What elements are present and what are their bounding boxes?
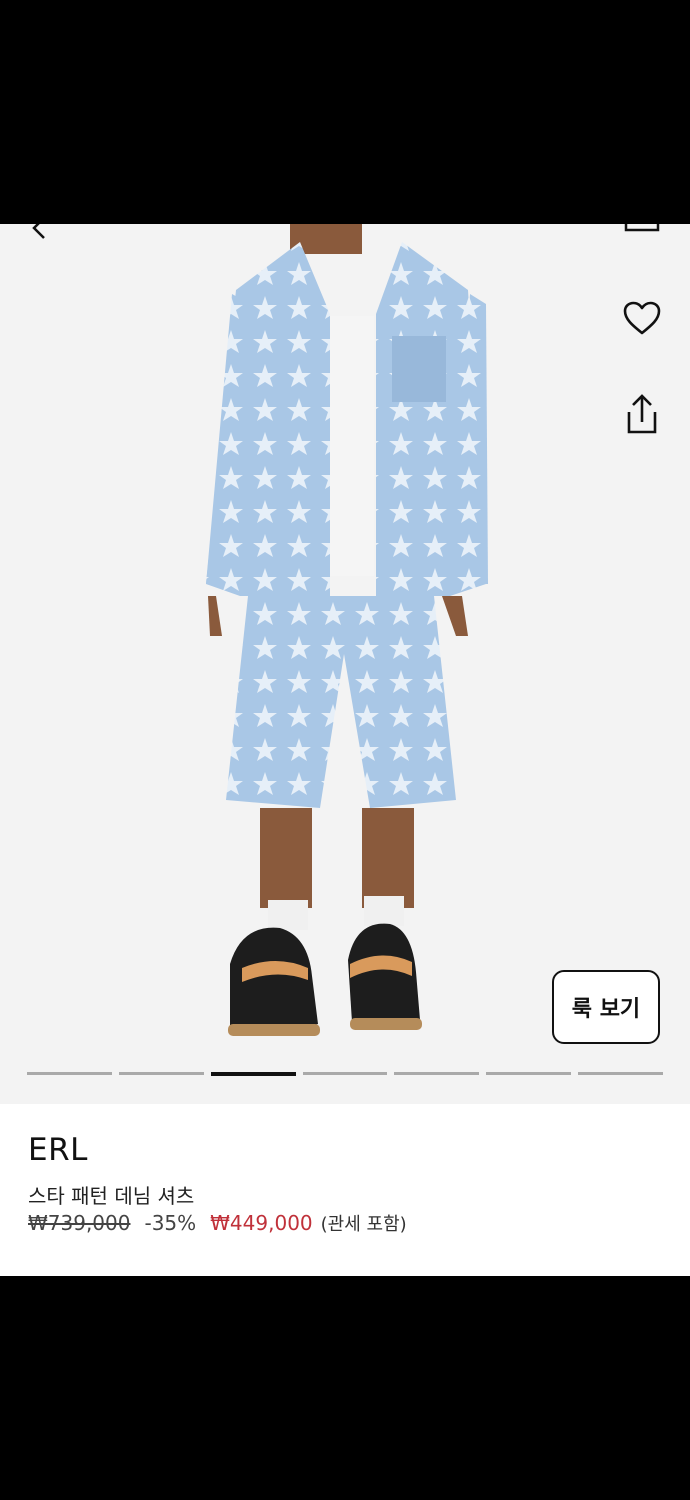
discount-rate: -35% [144, 1211, 197, 1235]
image-pager [27, 1072, 664, 1076]
product-title: 스타 패턴 데님 셔츠 [28, 1184, 195, 1208]
product-info: ERL 스타 패턴 데님 셔츠 ₩739,000 -35% ₩449,000 (… [0, 1104, 690, 1276]
share-icon[interactable] [620, 392, 664, 440]
pager-segment [486, 1072, 572, 1075]
tax-note: (관세 포함) [320, 1214, 407, 1235]
view-look-button[interactable]: 룩 보기 [552, 970, 660, 1044]
pager-segment-active [210, 1072, 296, 1076]
back-arrow-icon[interactable] [28, 224, 52, 240]
pager-segment [118, 1072, 204, 1075]
pager-segment [578, 1072, 664, 1075]
product-image-gallery[interactable]: 룩 보기 [0, 224, 690, 1104]
pager-segment [27, 1072, 112, 1075]
product-photo [206, 224, 488, 1036]
heart-icon[interactable] [620, 298, 664, 338]
original-price: ₩739,000 [28, 1211, 131, 1235]
sale-price: ₩449,000 [210, 1211, 313, 1235]
price-row: ₩739,000 -35% ₩449,000 (관세 포함) [28, 1210, 407, 1236]
bottom-area [0, 1276, 690, 1500]
pager-segment [394, 1072, 480, 1075]
pager-segment [302, 1072, 388, 1075]
status-area [0, 0, 690, 224]
shopping-bag-icon[interactable] [624, 224, 660, 232]
brand-name[interactable]: ERL [28, 1132, 88, 1168]
